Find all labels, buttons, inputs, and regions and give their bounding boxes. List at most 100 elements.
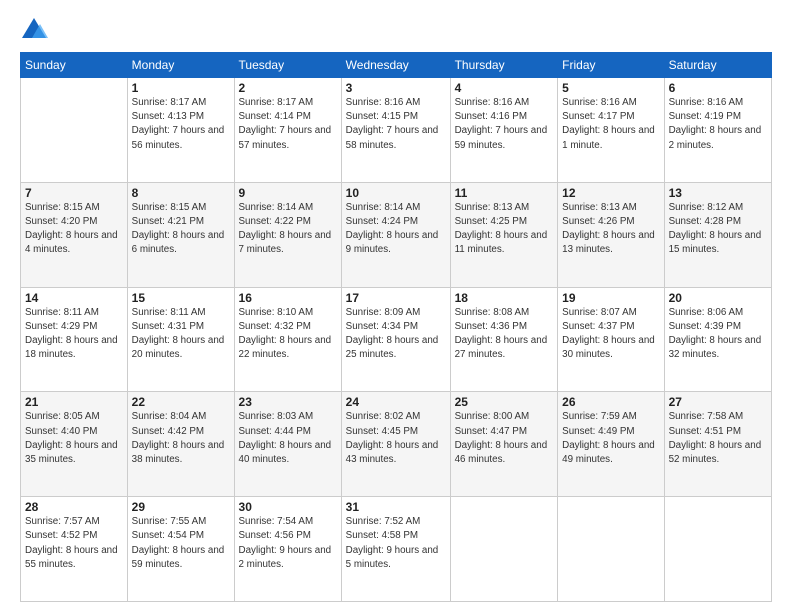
calendar-cell: 19Sunrise: 8:07 AMSunset: 4:37 PMDayligh… <box>558 287 664 392</box>
day-number: 10 <box>346 186 446 200</box>
day-info: Sunrise: 8:11 AMSunset: 4:31 PMDaylight:… <box>132 306 230 363</box>
day-number: 14 <box>25 291 123 305</box>
calendar-cell: 12Sunrise: 8:13 AMSunset: 4:26 PMDayligh… <box>558 182 664 287</box>
day-info: Sunrise: 8:07 AMSunset: 4:37 PMDaylight:… <box>562 306 659 363</box>
day-info: Sunrise: 8:14 AMSunset: 4:22 PMDaylight:… <box>239 201 337 258</box>
calendar: SundayMondayTuesdayWednesdayThursdayFrid… <box>20 52 772 602</box>
day-info: Sunrise: 7:55 AMSunset: 4:54 PMDaylight:… <box>132 515 230 572</box>
day-info: Sunrise: 8:11 AMSunset: 4:29 PMDaylight:… <box>25 306 123 363</box>
day-info: Sunrise: 8:14 AMSunset: 4:24 PMDaylight:… <box>346 201 446 258</box>
calendar-cell: 24Sunrise: 8:02 AMSunset: 4:45 PMDayligh… <box>341 392 450 497</box>
calendar-cell: 1Sunrise: 8:17 AMSunset: 4:13 PMDaylight… <box>127 78 234 183</box>
day-info: Sunrise: 7:52 AMSunset: 4:58 PMDaylight:… <box>346 515 446 572</box>
day-info: Sunrise: 8:16 AMSunset: 4:15 PMDaylight:… <box>346 96 446 153</box>
day-number: 31 <box>346 500 446 514</box>
day-number: 5 <box>562 81 659 95</box>
calendar-cell: 14Sunrise: 8:11 AMSunset: 4:29 PMDayligh… <box>21 287 128 392</box>
day-number: 23 <box>239 395 337 409</box>
week-row: 7Sunrise: 8:15 AMSunset: 4:20 PMDaylight… <box>21 182 772 287</box>
calendar-cell: 29Sunrise: 7:55 AMSunset: 4:54 PMDayligh… <box>127 497 234 602</box>
day-number: 9 <box>239 186 337 200</box>
day-number: 1 <box>132 81 230 95</box>
calendar-cell: 17Sunrise: 8:09 AMSunset: 4:34 PMDayligh… <box>341 287 450 392</box>
calendar-cell <box>450 497 558 602</box>
logo-icon <box>20 16 48 44</box>
day-number: 28 <box>25 500 123 514</box>
day-info: Sunrise: 8:08 AMSunset: 4:36 PMDaylight:… <box>455 306 554 363</box>
header <box>20 16 772 44</box>
day-number: 26 <box>562 395 659 409</box>
calendar-cell: 2Sunrise: 8:17 AMSunset: 4:14 PMDaylight… <box>234 78 341 183</box>
calendar-cell: 26Sunrise: 7:59 AMSunset: 4:49 PMDayligh… <box>558 392 664 497</box>
day-number: 30 <box>239 500 337 514</box>
logo <box>20 16 52 44</box>
day-info: Sunrise: 8:15 AMSunset: 4:20 PMDaylight:… <box>25 201 123 258</box>
calendar-cell: 28Sunrise: 7:57 AMSunset: 4:52 PMDayligh… <box>21 497 128 602</box>
weekday-header-friday: Friday <box>558 53 664 78</box>
week-row: 28Sunrise: 7:57 AMSunset: 4:52 PMDayligh… <box>21 497 772 602</box>
day-info: Sunrise: 8:02 AMSunset: 4:45 PMDaylight:… <box>346 410 446 467</box>
calendar-cell: 25Sunrise: 8:00 AMSunset: 4:47 PMDayligh… <box>450 392 558 497</box>
calendar-cell: 3Sunrise: 8:16 AMSunset: 4:15 PMDaylight… <box>341 78 450 183</box>
calendar-cell: 6Sunrise: 8:16 AMSunset: 4:19 PMDaylight… <box>664 78 771 183</box>
day-info: Sunrise: 8:16 AMSunset: 4:16 PMDaylight:… <box>455 96 554 153</box>
day-number: 6 <box>669 81 767 95</box>
day-info: Sunrise: 7:59 AMSunset: 4:49 PMDaylight:… <box>562 410 659 467</box>
day-number: 25 <box>455 395 554 409</box>
day-info: Sunrise: 8:17 AMSunset: 4:14 PMDaylight:… <box>239 96 337 153</box>
day-number: 19 <box>562 291 659 305</box>
calendar-cell: 30Sunrise: 7:54 AMSunset: 4:56 PMDayligh… <box>234 497 341 602</box>
calendar-cell: 21Sunrise: 8:05 AMSunset: 4:40 PMDayligh… <box>21 392 128 497</box>
day-info: Sunrise: 8:16 AMSunset: 4:17 PMDaylight:… <box>562 96 659 153</box>
weekday-header-saturday: Saturday <box>664 53 771 78</box>
calendar-cell: 9Sunrise: 8:14 AMSunset: 4:22 PMDaylight… <box>234 182 341 287</box>
day-info: Sunrise: 8:00 AMSunset: 4:47 PMDaylight:… <box>455 410 554 467</box>
weekday-header-monday: Monday <box>127 53 234 78</box>
calendar-body: 1Sunrise: 8:17 AMSunset: 4:13 PMDaylight… <box>21 78 772 602</box>
day-info: Sunrise: 7:57 AMSunset: 4:52 PMDaylight:… <box>25 515 123 572</box>
day-number: 24 <box>346 395 446 409</box>
day-info: Sunrise: 8:10 AMSunset: 4:32 PMDaylight:… <box>239 306 337 363</box>
weekday-header-wednesday: Wednesday <box>341 53 450 78</box>
calendar-cell: 11Sunrise: 8:13 AMSunset: 4:25 PMDayligh… <box>450 182 558 287</box>
weekday-header-thursday: Thursday <box>450 53 558 78</box>
day-number: 3 <box>346 81 446 95</box>
day-info: Sunrise: 8:13 AMSunset: 4:26 PMDaylight:… <box>562 201 659 258</box>
day-info: Sunrise: 8:16 AMSunset: 4:19 PMDaylight:… <box>669 96 767 153</box>
calendar-cell <box>664 497 771 602</box>
calendar-cell: 5Sunrise: 8:16 AMSunset: 4:17 PMDaylight… <box>558 78 664 183</box>
day-number: 18 <box>455 291 554 305</box>
calendar-cell: 20Sunrise: 8:06 AMSunset: 4:39 PMDayligh… <box>664 287 771 392</box>
calendar-cell: 18Sunrise: 8:08 AMSunset: 4:36 PMDayligh… <box>450 287 558 392</box>
day-info: Sunrise: 8:13 AMSunset: 4:25 PMDaylight:… <box>455 201 554 258</box>
day-number: 16 <box>239 291 337 305</box>
calendar-cell: 15Sunrise: 8:11 AMSunset: 4:31 PMDayligh… <box>127 287 234 392</box>
calendar-cell: 13Sunrise: 8:12 AMSunset: 4:28 PMDayligh… <box>664 182 771 287</box>
day-number: 7 <box>25 186 123 200</box>
calendar-cell <box>21 78 128 183</box>
page: SundayMondayTuesdayWednesdayThursdayFrid… <box>0 0 792 612</box>
day-number: 21 <box>25 395 123 409</box>
day-number: 2 <box>239 81 337 95</box>
calendar-cell: 10Sunrise: 8:14 AMSunset: 4:24 PMDayligh… <box>341 182 450 287</box>
calendar-cell: 23Sunrise: 8:03 AMSunset: 4:44 PMDayligh… <box>234 392 341 497</box>
calendar-cell: 27Sunrise: 7:58 AMSunset: 4:51 PMDayligh… <box>664 392 771 497</box>
day-info: Sunrise: 8:04 AMSunset: 4:42 PMDaylight:… <box>132 410 230 467</box>
calendar-cell: 16Sunrise: 8:10 AMSunset: 4:32 PMDayligh… <box>234 287 341 392</box>
day-number: 22 <box>132 395 230 409</box>
day-number: 27 <box>669 395 767 409</box>
calendar-cell: 22Sunrise: 8:04 AMSunset: 4:42 PMDayligh… <box>127 392 234 497</box>
day-number: 29 <box>132 500 230 514</box>
day-info: Sunrise: 7:58 AMSunset: 4:51 PMDaylight:… <box>669 410 767 467</box>
day-number: 13 <box>669 186 767 200</box>
day-info: Sunrise: 7:54 AMSunset: 4:56 PMDaylight:… <box>239 515 337 572</box>
weekday-header-sunday: Sunday <box>21 53 128 78</box>
day-number: 4 <box>455 81 554 95</box>
day-info: Sunrise: 8:09 AMSunset: 4:34 PMDaylight:… <box>346 306 446 363</box>
day-number: 11 <box>455 186 554 200</box>
day-number: 15 <box>132 291 230 305</box>
week-row: 21Sunrise: 8:05 AMSunset: 4:40 PMDayligh… <box>21 392 772 497</box>
day-info: Sunrise: 8:06 AMSunset: 4:39 PMDaylight:… <box>669 306 767 363</box>
calendar-cell <box>558 497 664 602</box>
day-number: 12 <box>562 186 659 200</box>
